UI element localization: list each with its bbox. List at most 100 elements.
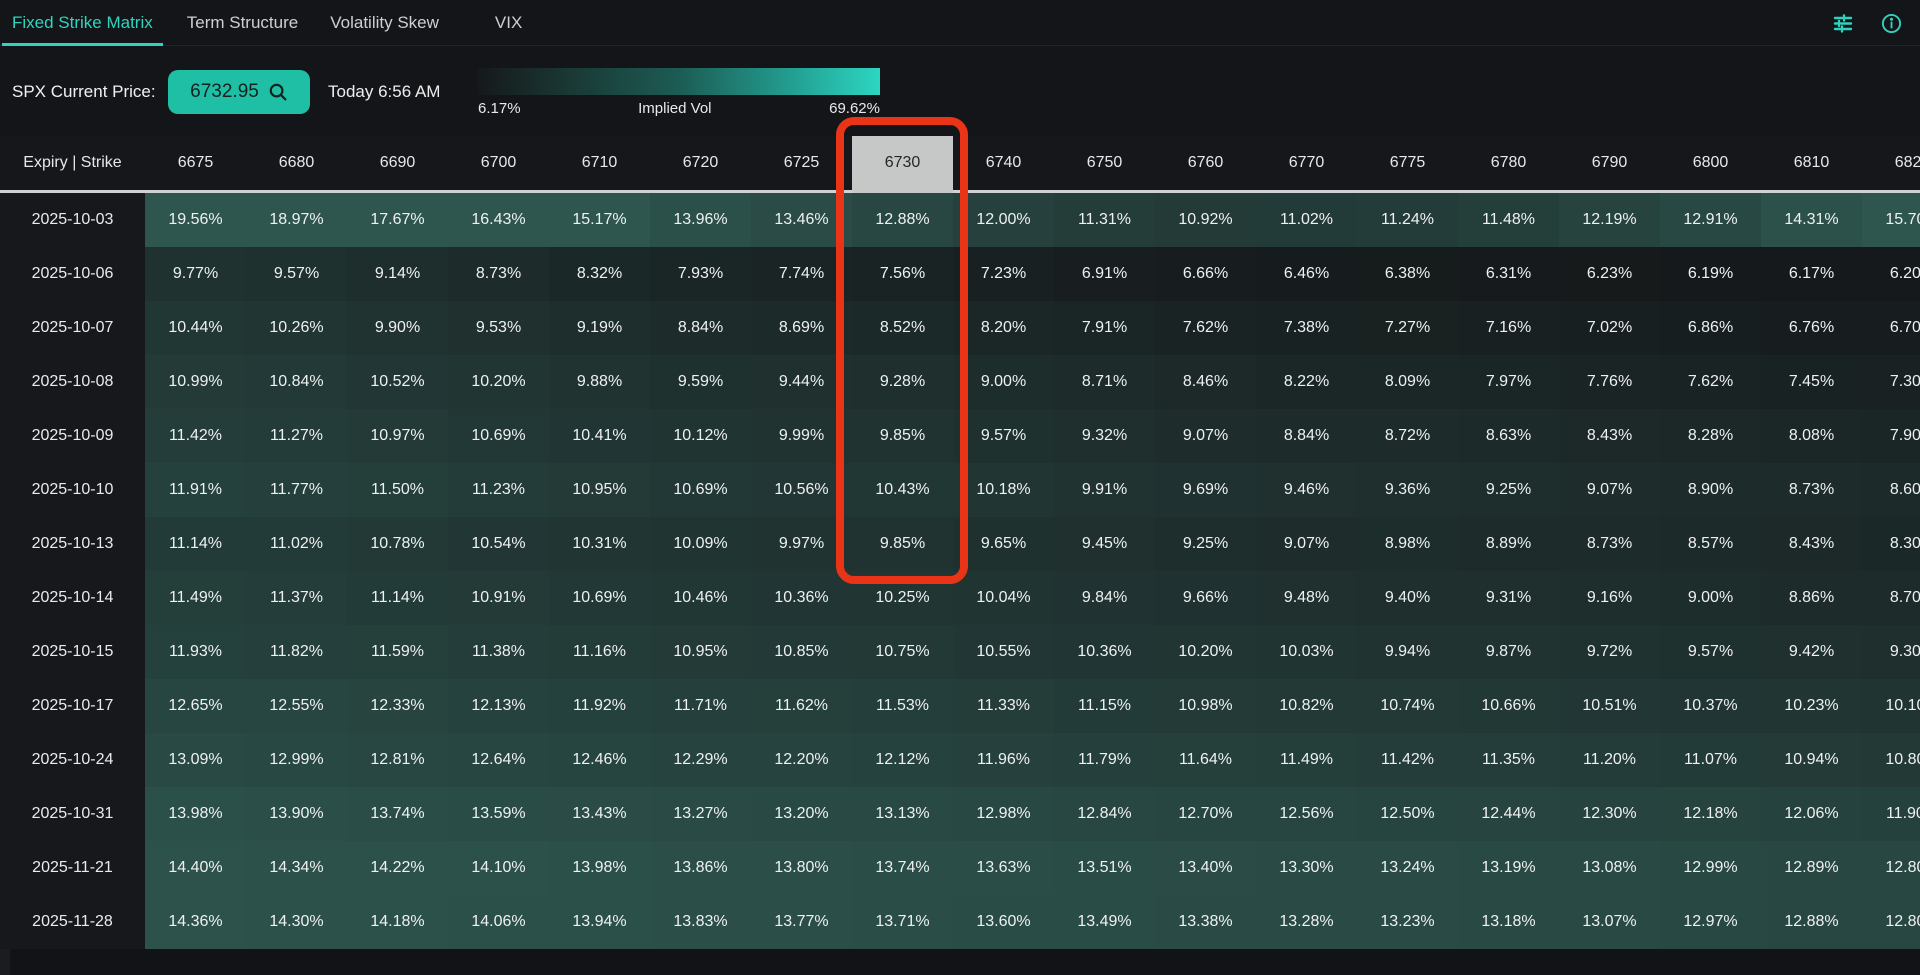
matrix-cell[interactable]: 13.90% <box>246 787 347 841</box>
matrix-cell[interactable]: 9.99% <box>751 409 852 463</box>
matrix-cell[interactable]: 12.88% <box>1761 895 1862 949</box>
matrix-cell[interactable]: 11.49% <box>145 571 246 625</box>
strike-header-6810[interactable]: 6810 <box>1761 136 1862 190</box>
matrix-cell[interactable]: 12.89% <box>1761 841 1862 895</box>
matrix-cell[interactable]: 8.89% <box>1458 517 1559 571</box>
matrix-cell[interactable]: 10.46% <box>650 571 751 625</box>
matrix-cell[interactable]: 9.07% <box>1559 463 1660 517</box>
matrix-cell[interactable]: 11.59% <box>347 625 448 679</box>
matrix-cell[interactable]: 8.73% <box>1559 517 1660 571</box>
matrix-cell[interactable]: 9.85% <box>852 409 953 463</box>
matrix-cell[interactable]: 12.70% <box>1155 787 1256 841</box>
matrix-cell[interactable]: 9.46% <box>1256 463 1357 517</box>
matrix-cell[interactable]: 8.43% <box>1761 517 1862 571</box>
matrix-cell[interactable]: 8.84% <box>1256 409 1357 463</box>
matrix-cell[interactable]: 11.42% <box>1357 733 1458 787</box>
matrix-cell[interactable]: 14.18% <box>347 895 448 949</box>
matrix-cell[interactable]: 9.25% <box>1458 463 1559 517</box>
matrix-cell[interactable]: 12.81% <box>347 733 448 787</box>
matrix-cell[interactable]: 13.13% <box>852 787 953 841</box>
info-icon[interactable] <box>1878 10 1904 36</box>
expiry-date[interactable]: 2025-10-24 <box>0 733 145 787</box>
matrix-cell[interactable]: 11.77% <box>246 463 347 517</box>
matrix-cell[interactable]: 13.71% <box>852 895 953 949</box>
matrix-cell[interactable]: 13.98% <box>549 841 650 895</box>
expiry-date[interactable]: 2025-10-03 <box>0 193 145 247</box>
matrix-cell[interactable]: 7.16% <box>1458 301 1559 355</box>
matrix-cell[interactable]: 10.26% <box>246 301 347 355</box>
strike-header-6710[interactable]: 6710 <box>549 136 650 190</box>
strike-header-6775[interactable]: 6775 <box>1357 136 1458 190</box>
matrix-cell[interactable]: 9.00% <box>953 355 1054 409</box>
matrix-cell[interactable]: 9.19% <box>549 301 650 355</box>
matrix-cell[interactable]: 12.84% <box>1054 787 1155 841</box>
matrix-cell[interactable]: 12.99% <box>246 733 347 787</box>
matrix-cell[interactable]: 10.03% <box>1256 625 1357 679</box>
matrix-cell[interactable]: 9.77% <box>145 247 246 301</box>
matrix-cell[interactable]: 8.32% <box>549 247 650 301</box>
matrix-cell[interactable]: 9.30% <box>1862 625 1920 679</box>
matrix-cell[interactable]: 9.88% <box>549 355 650 409</box>
matrix-cell[interactable]: 9.57% <box>953 409 1054 463</box>
expiry-date[interactable]: 2025-10-13 <box>0 517 145 571</box>
matrix-cell[interactable]: 10.84% <box>246 355 347 409</box>
matrix-cell[interactable]: 11.27% <box>246 409 347 463</box>
matrix-cell[interactable]: 12.29% <box>650 733 751 787</box>
strike-header-6760[interactable]: 6760 <box>1155 136 1256 190</box>
strike-header-6725[interactable]: 6725 <box>751 136 852 190</box>
matrix-cell[interactable]: 9.97% <box>751 517 852 571</box>
matrix-cell[interactable]: 11.38% <box>448 625 549 679</box>
matrix-cell[interactable]: 9.16% <box>1559 571 1660 625</box>
matrix-cell[interactable]: 11.82% <box>246 625 347 679</box>
matrix-cell[interactable]: 8.22% <box>1256 355 1357 409</box>
matrix-cell[interactable]: 13.07% <box>1559 895 1660 949</box>
matrix-cell[interactable]: 8.20% <box>953 301 1054 355</box>
matrix-cell[interactable]: 11.14% <box>145 517 246 571</box>
matrix-cell[interactable]: 11.93% <box>145 625 246 679</box>
matrix-cell[interactable]: 12.19% <box>1559 193 1660 247</box>
tab-vix[interactable]: VIX <box>485 0 532 46</box>
strike-header-6800[interactable]: 6800 <box>1660 136 1761 190</box>
matrix-cell[interactable]: 13.09% <box>145 733 246 787</box>
strike-header-6675[interactable]: 6675 <box>145 136 246 190</box>
matrix-cell[interactable]: 10.43% <box>852 463 953 517</box>
matrix-cell[interactable]: 10.09% <box>650 517 751 571</box>
matrix-cell[interactable]: 9.65% <box>953 517 1054 571</box>
matrix-cell[interactable]: 7.90% <box>1862 409 1920 463</box>
matrix-cell[interactable]: 13.46% <box>751 193 852 247</box>
matrix-cell[interactable]: 13.60% <box>953 895 1054 949</box>
tab-fixed-strike-matrix[interactable]: Fixed Strike Matrix <box>2 0 163 46</box>
matrix-cell[interactable]: 18.97% <box>246 193 347 247</box>
matrix-cell[interactable]: 15.17% <box>549 193 650 247</box>
matrix-cell[interactable]: 11.31% <box>1054 193 1155 247</box>
matrix-cell[interactable]: 12.13% <box>448 679 549 733</box>
matrix-cell[interactable]: 8.57% <box>1660 517 1761 571</box>
matrix-cell[interactable]: 13.98% <box>145 787 246 841</box>
matrix-cell[interactable]: 7.45% <box>1761 355 1862 409</box>
strike-header-6700[interactable]: 6700 <box>448 136 549 190</box>
matrix-cell[interactable]: 11.15% <box>1054 679 1155 733</box>
matrix-cell[interactable]: 8.71% <box>1054 355 1155 409</box>
matrix-cell[interactable]: 7.91% <box>1054 301 1155 355</box>
matrix-cell[interactable]: 13.27% <box>650 787 751 841</box>
strike-header-6750[interactable]: 6750 <box>1054 136 1155 190</box>
expiry-date[interactable]: 2025-10-09 <box>0 409 145 463</box>
matrix-cell[interactable]: 10.23% <box>1761 679 1862 733</box>
matrix-cell[interactable]: 12.50% <box>1357 787 1458 841</box>
matrix-cell[interactable]: 12.91% <box>1660 193 1761 247</box>
matrix-cell[interactable]: 10.04% <box>953 571 1054 625</box>
matrix-cell[interactable]: 9.57% <box>1660 625 1761 679</box>
matrix-cell[interactable]: 7.27% <box>1357 301 1458 355</box>
matrix-cell[interactable]: 9.31% <box>1458 571 1559 625</box>
matrix-cell[interactable]: 11.62% <box>751 679 852 733</box>
matrix-cell[interactable]: 9.53% <box>448 301 549 355</box>
matrix-cell[interactable]: 6.20% <box>1862 247 1920 301</box>
matrix-cell[interactable]: 10.41% <box>549 409 650 463</box>
matrix-cell[interactable]: 19.56% <box>145 193 246 247</box>
matrix-cell[interactable]: 16.43% <box>448 193 549 247</box>
matrix-cell[interactable]: 8.84% <box>650 301 751 355</box>
matrix-cell[interactable]: 9.72% <box>1559 625 1660 679</box>
matrix-cell[interactable]: 6.31% <box>1458 247 1559 301</box>
matrix-cell[interactable]: 6.46% <box>1256 247 1357 301</box>
matrix-cell[interactable]: 14.10% <box>448 841 549 895</box>
